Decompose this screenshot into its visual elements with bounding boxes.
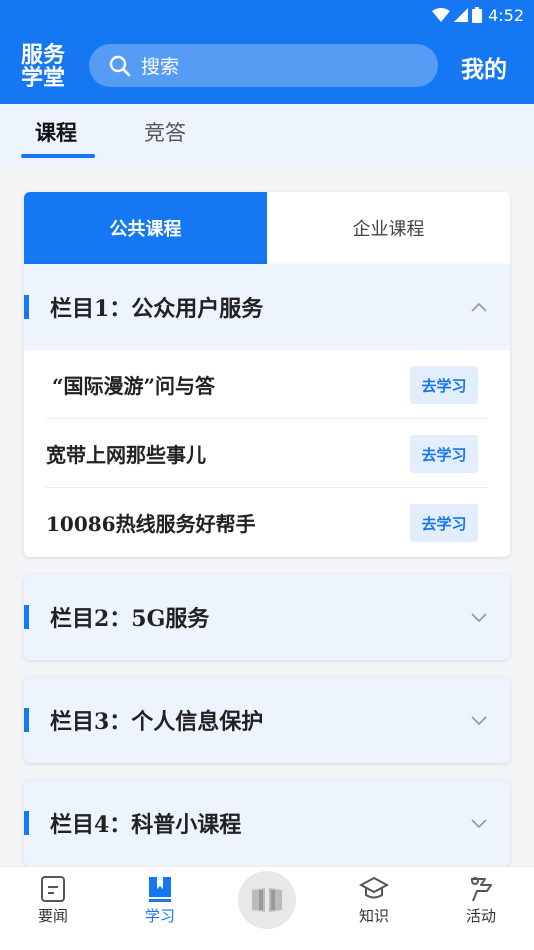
nav-label: 活动 xyxy=(465,907,496,925)
search-placeholder: 搜索 xyxy=(141,56,180,78)
chevron-down-icon[interactable] xyxy=(470,608,488,626)
activity-icon xyxy=(471,877,492,902)
section-accent-bar xyxy=(24,811,29,835)
signal-icon xyxy=(454,8,469,22)
status-time: 4:52 xyxy=(488,5,524,25)
search-input[interactable]: 搜索 xyxy=(89,44,438,87)
news-icon xyxy=(41,876,65,902)
center-read-button[interactable] xyxy=(238,871,296,929)
section-card-4[interactable]: 栏目4：科普小课程 xyxy=(24,780,510,866)
section-header-3[interactable]: 栏目3：个人信息保护 xyxy=(24,677,510,763)
status-bar: 4:52 xyxy=(0,0,534,30)
segment-public-courses[interactable]: 公共课程 xyxy=(24,192,267,264)
chevron-up-icon[interactable] xyxy=(470,298,488,316)
section-title: 栏目2：5G服务 xyxy=(50,606,210,632)
nav-knowledge[interactable]: 知识 xyxy=(334,867,414,926)
book-icon xyxy=(252,888,282,912)
course-type-switch: 公共课程 企业课程 xyxy=(24,192,510,264)
wifi-icon xyxy=(432,8,451,22)
section-header-4[interactable]: 栏目4：科普小课程 xyxy=(24,780,510,866)
nav-label: 学习 xyxy=(144,907,175,925)
section-header-2[interactable]: 栏目2：5G服务 xyxy=(24,574,510,660)
nav-study[interactable]: 学习 xyxy=(120,867,200,926)
app-logo: 服务 学堂 xyxy=(21,43,66,91)
nav-label: 知识 xyxy=(358,907,389,925)
course-title: 宽带上网那些事儿 xyxy=(46,442,206,467)
course-item[interactable]: 10086热线服务好帮手 去学习 xyxy=(46,488,488,557)
tab-quiz[interactable]: 竞答 xyxy=(144,117,186,147)
battery-icon xyxy=(472,7,483,23)
tab-indicator xyxy=(21,154,95,158)
section-accent-bar xyxy=(24,708,29,732)
section-title: 栏目4：科普小课程 xyxy=(50,812,242,838)
course-item[interactable]: 宽带上网那些事儿 去学习 xyxy=(46,419,488,488)
section-accent-bar xyxy=(24,605,29,629)
section-card-2[interactable]: 栏目2：5G服务 xyxy=(24,574,510,660)
section-card-1: 栏目1：公众用户服务 “国际漫游”问与答 去学习 宽带上网那些事儿 去学习 10… xyxy=(24,264,510,557)
chevron-down-icon[interactable] xyxy=(470,814,488,832)
mine-button[interactable]: 我的 xyxy=(461,50,507,84)
search-icon xyxy=(109,55,131,76)
top-tabs: 课程 竞答 xyxy=(0,104,534,166)
course-title: 10086热线服务好帮手 xyxy=(46,512,256,536)
bottom-nav: 要闻 学习 知识 活动 xyxy=(0,866,534,950)
course-list: “国际漫游”问与答 去学习 宽带上网那些事儿 去学习 10086热线服务好帮手 … xyxy=(24,350,510,557)
chevron-down-icon[interactable] xyxy=(470,711,488,729)
tab-courses[interactable]: 课程 xyxy=(35,117,77,147)
section-header-1[interactable]: 栏目1：公众用户服务 xyxy=(24,264,510,350)
go-learn-button[interactable]: 去学习 xyxy=(410,504,478,542)
graduation-cap-icon xyxy=(359,876,389,899)
status-icons xyxy=(432,7,483,23)
go-learn-button[interactable]: 去学习 xyxy=(410,366,478,404)
segment-enterprise-courses[interactable]: 企业课程 xyxy=(267,192,510,264)
go-learn-button[interactable]: 去学习 xyxy=(410,435,478,473)
nav-news[interactable]: 要闻 xyxy=(13,867,93,926)
section-title: 栏目3：个人信息保护 xyxy=(50,709,264,735)
course-title: “国际漫游”问与答 xyxy=(52,373,216,398)
app-bar: 服务 学堂 搜索 我的 xyxy=(0,30,534,104)
nav-activity[interactable]: 活动 xyxy=(441,867,521,926)
study-icon xyxy=(149,877,171,902)
course-item[interactable]: “国际漫游”问与答 去学习 xyxy=(46,350,488,419)
section-accent-bar xyxy=(24,295,29,319)
nav-label: 要闻 xyxy=(37,907,68,925)
section-card-3[interactable]: 栏目3：个人信息保护 xyxy=(24,677,510,763)
section-title: 栏目1：公众用户服务 xyxy=(50,296,264,322)
